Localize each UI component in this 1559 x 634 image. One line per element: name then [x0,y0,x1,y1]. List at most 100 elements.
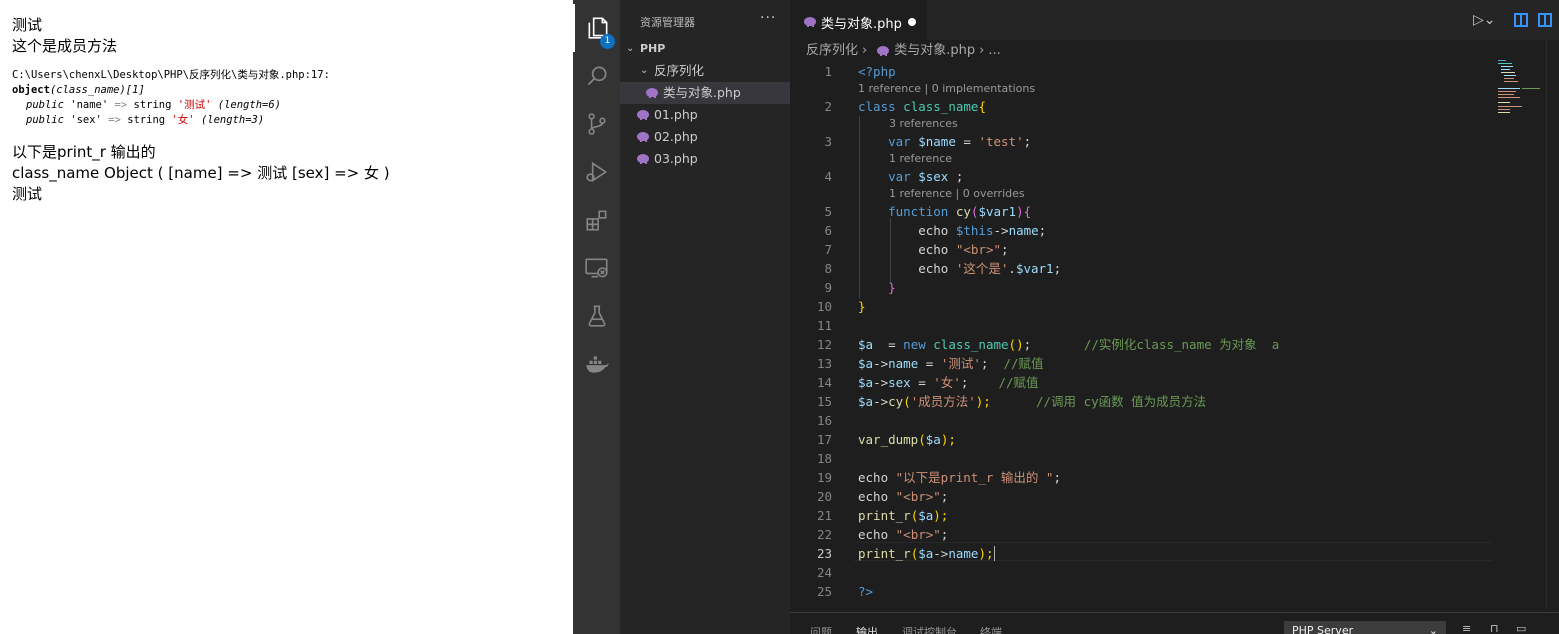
extensions-icon[interactable] [573,196,620,244]
output-line: 测试 [12,185,43,203]
unsaved-dot-icon[interactable] [908,18,916,26]
code-line: echo "<br>"; [858,527,949,542]
line-number: 4 [824,169,832,184]
code-line: echo "以下是print_r 输出的 "; [858,470,1061,485]
minimap[interactable] [1498,58,1546,118]
tree-folder-php[interactable]: ⌄ PHP [620,38,790,60]
output-line: 以下是print_r 输出的 [12,143,156,161]
tree-file[interactable]: 02.php [620,126,790,148]
editor-tab[interactable]: 类与对象.php [790,0,927,40]
line-number: 22 [816,527,832,542]
line-number: 18 [816,451,832,466]
line-number: 11 [816,318,832,333]
tab-label: 类与对象.php [821,17,902,32]
line-number: 10 [816,299,832,314]
line-number: 13 [816,356,832,371]
panel-tab-bar: 问题 输出 调试控制台 终端 PHP Server ⌄ ≡ ⊓ ▭ [790,612,1559,634]
code-line: var $name = 'test'; [888,134,1032,149]
line-number: 3 [824,134,832,149]
code-line: } [888,280,896,295]
docker-icon[interactable] [573,340,620,388]
tree-file[interactable]: 03.php [620,148,790,170]
php-file-icon [877,46,890,56]
output-line: 这个是成员方法 [12,37,118,55]
tree-file-active[interactable]: 类与对象.php [620,82,790,104]
line-number: 21 [816,508,832,523]
php-file-icon [637,132,649,142]
tab-terminal[interactable]: 终端 [980,624,1002,634]
text-cursor [993,546,995,561]
clear-output-icon[interactable]: ▭ [1516,622,1526,634]
search-icon[interactable] [573,52,620,100]
chevron-down-icon: ⌄ [640,65,649,76]
chevron-right-icon: › [979,43,985,58]
line-number: 25 [816,584,832,599]
run-debug-icon[interactable] [573,148,620,196]
php-file-icon [637,110,649,120]
remote-explorer-icon[interactable] [573,244,620,292]
tab-debug-console[interactable]: 调试控制台 [902,624,957,634]
tree-folder-deserialize[interactable]: ⌄ 反序列化 [620,60,790,82]
code-line: ?> [858,584,874,599]
line-number: 24 [816,565,832,580]
more-actions-icon[interactable]: ··· [760,10,776,26]
breadcrumb-symbol[interactable]: ... [988,43,1000,58]
breadcrumb-folder[interactable]: 反序列化 [806,43,858,58]
code-line: function cy($var1){ [888,204,1032,219]
code-line: $a->sex = '女'; //赋值 [858,375,1039,390]
vscode-window: 1 资源管理器 ··· ⌄ PHP ⌄ 反序列化 类与对象.php 01.php… [573,0,1559,634]
php-file-icon [804,17,816,27]
output-channel-select[interactable]: PHP Server ⌄ [1284,621,1446,634]
code-line: $a = new class_name(); //实例化class_name 为… [858,337,1280,352]
explorer-badge: 1 [600,34,615,49]
tab-problems[interactable]: 问题 [810,624,832,634]
browser-output-pane: 测试 这个是成员方法 C:\Users\chenxL\Desktop\PHP\反… [0,0,573,634]
code-lens[interactable]: 1 reference | 0 overrides [889,186,1025,202]
explorer-sidebar: 资源管理器 ··· ⌄ PHP ⌄ 反序列化 类与对象.php 01.php 0… [620,0,790,634]
code-line: var_dump($a); [858,432,956,447]
line-number: 17 [816,432,832,447]
code-line: echo "<br>"; [918,242,1009,257]
code-lens[interactable]: 1 reference | 0 implementations [858,81,1035,97]
code-line: class class_name{ [858,99,986,114]
code-line: $a->name = '测试'; //赋值 [858,356,1044,371]
chevron-down-icon: ⌄ [1428,624,1438,634]
source-control-icon[interactable] [573,100,620,148]
line-number: 16 [816,413,832,428]
explorer-header: 资源管理器 ··· [620,0,790,40]
lock-icon[interactable]: ⊓ [1490,622,1499,634]
testing-icon[interactable] [573,292,620,340]
line-number: 8 [824,261,832,276]
line-number: 5 [824,204,832,219]
code-editor[interactable]: 1 2 3 4 5 6 7 8 9 10 11 12 13 14 15 16 1… [790,62,1492,610]
line-number: 2 [824,99,832,114]
tree-file[interactable]: 01.php [620,104,790,126]
output-line: 测试 [12,16,43,34]
tab-output[interactable]: 输出 [856,624,878,634]
code-lens[interactable]: 1 reference [889,151,952,167]
code-line: var $sex ; [888,169,964,184]
split-editor-icon[interactable] [1538,13,1552,27]
line-number: 7 [824,242,832,257]
open-preview-icon[interactable] [1514,13,1528,27]
line-number: 19 [816,470,832,485]
tab-bar: 类与对象.php ▷⌄ [790,0,1559,40]
list-filter-icon[interactable]: ≡ [1462,622,1471,634]
line-number: 9 [824,280,832,295]
var-dump-object: object(class_name)[1] [12,84,145,96]
line-number-current: 23 [816,546,832,561]
tree-label: 01.php [654,107,698,122]
run-with-icon[interactable]: ▷⌄ [1473,12,1496,28]
line-number: 20 [816,489,832,504]
code-line: $a->cy('成员方法'); //调用 cy函数 值为成员方法 [858,394,1207,409]
code-lens[interactable]: 3 references [889,116,958,132]
code-line-current: print_r($a->name); [858,546,995,561]
var-dump-path: C:\Users\chenxL\Desktop\PHP\反序列化\类与对象.ph… [12,69,330,81]
line-number: 12 [816,337,832,352]
breadcrumb-file[interactable]: 类与对象.php [894,43,975,58]
code-line: echo '这个是'.$var1; [918,261,1062,276]
vertical-scrollbar[interactable] [1546,40,1559,610]
tree-label: 03.php [654,151,698,166]
explorer-icon[interactable]: 1 [573,4,620,52]
code-line: echo "<br>"; [858,489,949,504]
